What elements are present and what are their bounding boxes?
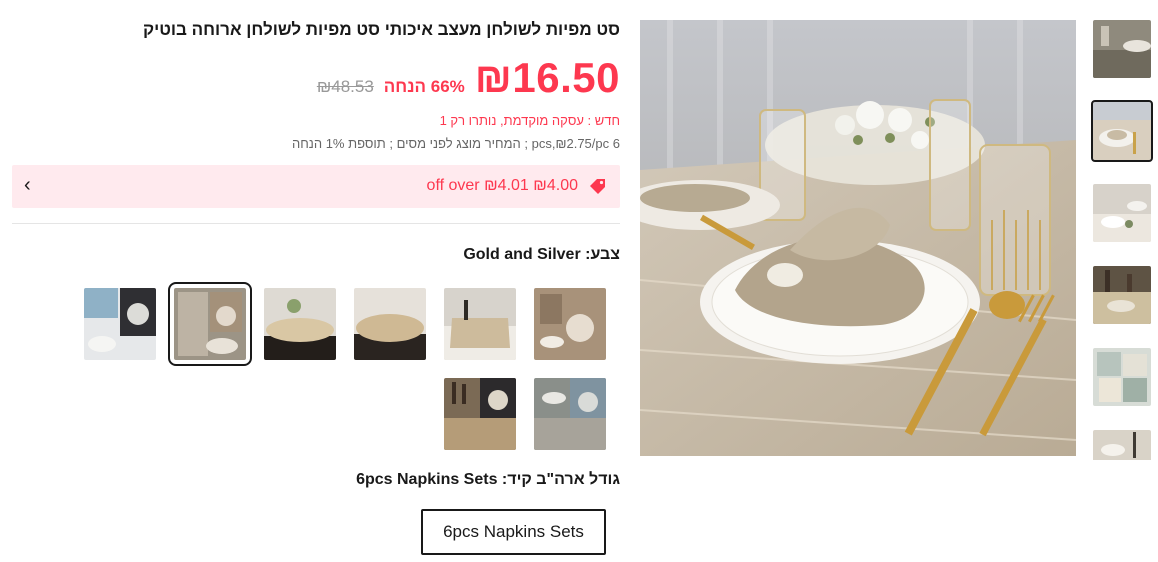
thumbnail-6[interactable]	[1093, 430, 1151, 460]
coupon-text: ₪4.00 ₪4.01 off over	[426, 177, 578, 194]
price-info-text: 6 pcs,₪2.75/pc ; המחיר מוצג לפני מסים ; …	[291, 136, 620, 151]
color-swatch[interactable]	[354, 288, 426, 360]
thumbnail-image	[1093, 20, 1151, 78]
product-title: סט מפיות לשולחן מעצב איכותי סט מפיות לשו…	[142, 20, 620, 39]
size-label: גודל ארה"ב קיד: 6pcs Napkins Sets	[356, 471, 620, 488]
deal-status-text: חדש : עסקה מוקדמת, נותרו רק 1	[439, 113, 620, 128]
chevron-left-icon[interactable]: ‹	[24, 174, 31, 197]
divider	[12, 223, 620, 224]
thumbnail-3[interactable]	[1093, 184, 1151, 242]
color-label: צבע: Gold and Silver	[463, 246, 620, 263]
thumbnail-image	[1093, 102, 1151, 160]
color-swatch[interactable]	[84, 288, 156, 360]
thumbnail-5[interactable]	[1093, 348, 1151, 406]
swatch-image	[444, 378, 516, 450]
swatch-image	[444, 288, 516, 360]
table-setting-photo	[640, 20, 1076, 456]
thumbnail-rail[interactable]	[1091, 20, 1153, 460]
coupon-bar[interactable]: ‹ ₪4.00 ₪4.01 off over	[12, 165, 620, 208]
color-swatch[interactable]	[444, 288, 516, 360]
swatch-image	[264, 288, 336, 360]
thumbnail-image	[1093, 430, 1151, 460]
swatch-image	[354, 288, 426, 360]
thumbnail-1[interactable]	[1093, 20, 1151, 78]
swatch-image	[534, 378, 606, 450]
main-product-image[interactable]	[640, 20, 1076, 456]
thumbnail-2[interactable]	[1091, 100, 1153, 162]
price-row: ₪16.50 66% הנחה ₪48.53	[317, 54, 620, 102]
tag-icon	[590, 179, 605, 194]
color-swatch[interactable]	[444, 378, 516, 450]
color-swatch[interactable]	[534, 288, 606, 360]
current-price: ₪16.50	[474, 54, 620, 101]
thumbnail-image	[1093, 184, 1151, 242]
swatch-image	[174, 288, 246, 360]
swatch-image	[534, 288, 606, 360]
thumbnail-4[interactable]	[1093, 266, 1151, 324]
thumbnail-image	[1093, 348, 1151, 406]
discount-badge: 66% הנחה	[383, 77, 465, 96]
thumbnail-image	[1093, 266, 1151, 324]
swatch-image	[84, 288, 156, 360]
color-swatch[interactable]	[534, 378, 606, 450]
original-price: ₪48.53	[316, 77, 374, 96]
color-swatch-selected[interactable]	[168, 282, 252, 366]
size-option-button[interactable]: 6pcs Napkins Sets	[421, 509, 606, 555]
color-swatch[interactable]	[264, 288, 336, 360]
